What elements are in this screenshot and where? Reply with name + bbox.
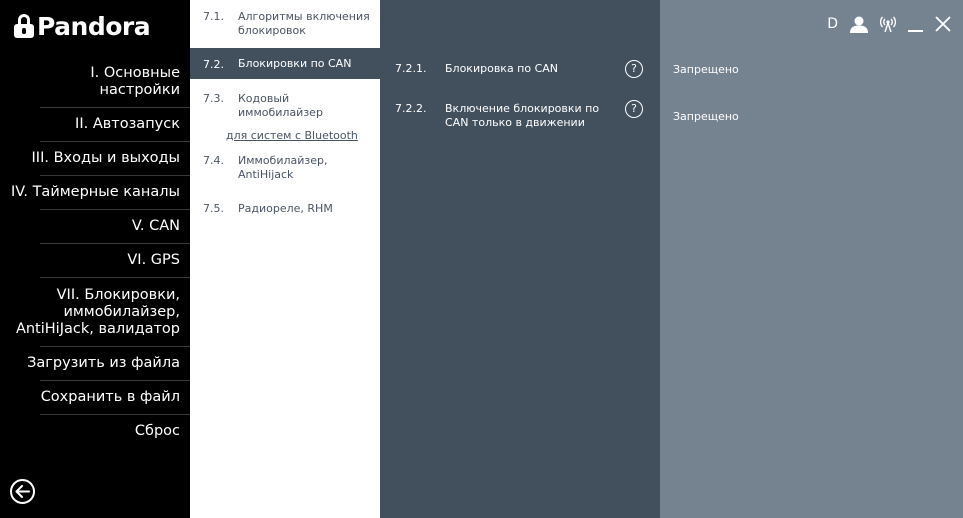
menu-item-reset[interactable]: Сброс: [40, 415, 190, 448]
subnav-item-7-5[interactable]: 7.5. Радиореле, RHM: [190, 202, 380, 218]
main-menu: I. Основные настройки II. Автозапуск III…: [0, 57, 190, 448]
value-7-2-1[interactable]: Запрещено: [673, 63, 739, 76]
pandora-logo: Pandora: [14, 11, 151, 41]
lock-icon: [14, 14, 34, 38]
menu-item-load-file[interactable]: Загрузить из файла: [27, 347, 190, 381]
setting-row-7-2-1: 7.2.1. Блокировка по CAN ?: [380, 60, 660, 80]
subnav-item-7-2[interactable]: 7.2. Блокировки по CAN: [190, 48, 380, 79]
logo-text: Pandora: [37, 11, 151, 41]
close-icon[interactable]: [935, 16, 951, 32]
back-button[interactable]: [10, 479, 35, 504]
menu-item-locks[interactable]: VII. Блокировки, иммобилайзер, AntiHiJac…: [16, 278, 190, 347]
help-icon[interactable]: ?: [625, 60, 643, 78]
subnav-item-7-4[interactable]: 7.4. Иммобилайзер, AntiHijack: [190, 154, 380, 184]
subsection-nav: 7.1. Алгоритмы включения блокировок 7.2.…: [190, 0, 380, 518]
menu-item-autostart[interactable]: II. Автозапуск: [40, 108, 190, 142]
values-panel: D Запрещено Запрещено: [660, 0, 963, 518]
subnav-item-7-3[interactable]: 7.3. Кодовый иммобилайзер: [190, 92, 380, 119]
menu-item-can[interactable]: V. CAN: [40, 210, 190, 244]
setting-row-7-2-2: 7.2.2. Включение блокировки по CAN тольк…: [380, 100, 660, 134]
sidebar: Pandora I. Основные настройки II. Автоза…: [0, 0, 190, 518]
subnav-item-7-1[interactable]: 7.1. Алгоритмы включения блокировок: [190, 10, 380, 46]
device-indicator[interactable]: D: [827, 16, 838, 32]
signal-icon[interactable]: [880, 16, 896, 33]
menu-item-timer-channels[interactable]: IV. Таймерные каналы: [11, 176, 190, 210]
bluetooth-link[interactable]: для систем с Bluetooth: [226, 129, 358, 142]
help-icon[interactable]: ?: [625, 100, 643, 118]
value-7-2-2[interactable]: Запрещено: [673, 110, 739, 123]
settings-panel: 7.2.1. Блокировка по CAN ? 7.2.2. Включе…: [380, 0, 660, 518]
menu-item-save-file[interactable]: Сохранить в файл: [40, 381, 190, 415]
user-icon[interactable]: [850, 16, 868, 33]
menu-item-main-settings[interactable]: I. Основные настройки: [40, 57, 190, 108]
arrow-left-icon: [15, 485, 30, 498]
menu-item-gps[interactable]: VI. GPS: [40, 244, 190, 278]
window-toolbar: D: [827, 14, 951, 34]
menu-item-inputs-outputs[interactable]: III. Входы и выходы: [32, 142, 190, 176]
minimize-icon[interactable]: [908, 16, 923, 33]
